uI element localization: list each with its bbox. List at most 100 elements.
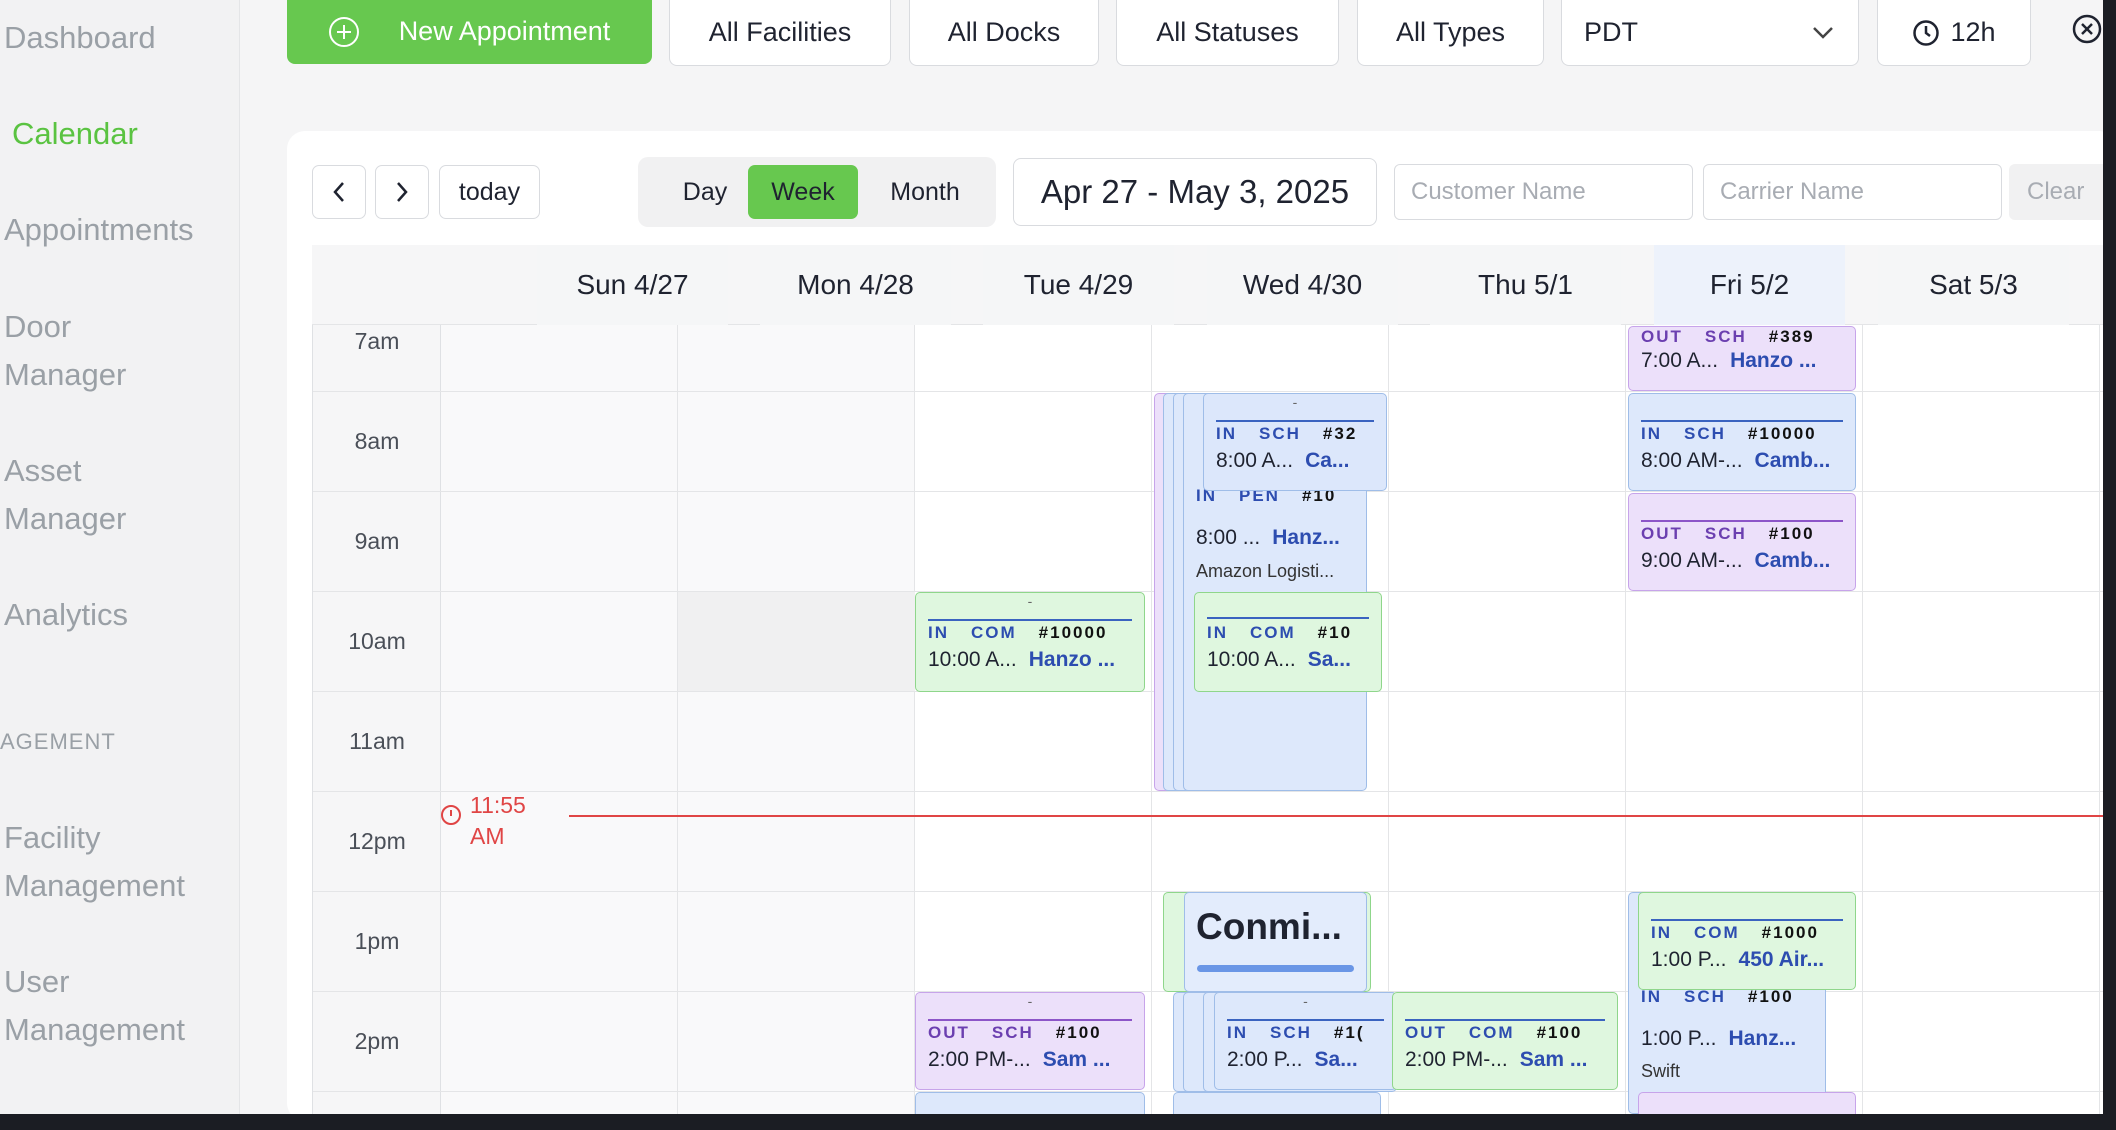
prev-week-button[interactable]: [312, 165, 366, 219]
event-type: IN: [928, 623, 949, 642]
sidebar-item-calendar[interactable]: Calendar: [12, 110, 138, 158]
event-number: #100: [1536, 1023, 1583, 1042]
customer-name-input[interactable]: [1394, 164, 1693, 220]
appointment-event-stacked[interactable]: [915, 1092, 1145, 1114]
sidebar-section-label: AGEMENT: [0, 729, 116, 754]
appointment-event[interactable]: OUT COM #100 2:00 PM-... Sam ...: [1392, 992, 1618, 1090]
appointment-event[interactable]: OUT SCH #389 7:00 A... Hanzo ...: [1628, 326, 1856, 391]
appointment-event[interactable]: - IN SCH #32 8:00 A... Ca...: [1203, 393, 1387, 491]
day-header-mon[interactable]: Mon 4/28: [760, 245, 951, 325]
appointment-event-stacked[interactable]: [1173, 1092, 1381, 1114]
hour-label: 10am: [348, 628, 406, 654]
appointment-event[interactable]: IN COM #1000 1:00 P... 450 Air...: [1638, 892, 1856, 990]
event-tags: OUT SCH #100: [928, 1023, 1102, 1043]
view-day-button[interactable]: Day: [652, 165, 758, 219]
types-filter-label: All Types: [1395, 17, 1506, 47]
timezone-select[interactable]: PDT: [1561, 0, 1859, 66]
day-header-label: Sun 4/27: [576, 269, 689, 300]
day-header-thu[interactable]: Thu 5/1: [1430, 245, 1621, 325]
day-header-sat[interactable]: Sat 5/3: [1878, 245, 2069, 325]
sidebar-item-door-manager[interactable]: Door Manager: [4, 303, 126, 399]
event-status: SCH: [1270, 1023, 1312, 1042]
day-header-label: Thu 5/1: [1478, 269, 1573, 300]
hours-toggle[interactable]: 12h: [1877, 0, 2031, 66]
window-edge: [2103, 0, 2116, 1114]
event-tags: IN COM #1000: [1651, 923, 1819, 943]
sidebar-item-label: User: [4, 964, 70, 999]
day-header-tue[interactable]: Tue 4/29: [983, 245, 1174, 325]
sidebar-item-label: Management: [4, 868, 185, 903]
day-header-fri[interactable]: Fri 5/2: [1654, 245, 1845, 325]
chevron-right-icon: [397, 182, 408, 202]
event-rule: [928, 619, 1132, 621]
appointment-event-stacked[interactable]: [1638, 1092, 1856, 1114]
event-tags: IN SCH #32: [1216, 424, 1357, 444]
statuses-filter[interactable]: All Statuses: [1116, 0, 1339, 66]
day-header-wed[interactable]: Wed 4/30: [1207, 245, 1398, 325]
day-header-label: Wed 4/30: [1242, 269, 1363, 300]
hour-line: [313, 391, 2116, 392]
hour-label: 8am: [354, 428, 400, 454]
event-customer: 450 Air...: [1738, 948, 1825, 971]
today-button[interactable]: today: [439, 165, 540, 219]
hour-label: 7am: [354, 328, 400, 354]
event-customer: Hanzo ...: [1730, 349, 1817, 372]
view-month-button[interactable]: Month: [862, 165, 988, 219]
event-customer: Sam ...: [1042, 1048, 1111, 1071]
event-number: #32: [1322, 424, 1358, 443]
sidebar-item-dashboard[interactable]: Dashboard: [4, 14, 156, 62]
day-column[interactable]: [1863, 246, 2100, 1114]
clear-label: Clear: [2027, 178, 2085, 205]
event-number: #1(: [1333, 1023, 1365, 1042]
sidebar-item-label: Management: [4, 1012, 185, 1047]
next-week-button[interactable]: [375, 165, 429, 219]
day-header-sun[interactable]: Sun 4/27: [537, 245, 728, 325]
sidebar-item-label: Door: [4, 309, 72, 344]
day-header-label: Mon 4/28: [797, 269, 914, 300]
carrier-name-input[interactable]: [1703, 164, 2002, 220]
view-switcher: Day Week Month: [638, 157, 996, 227]
appointment-event[interactable]: - OUT SCH #100 2:00 PM-... Sam ...: [915, 992, 1145, 1090]
current-time-label: 11:55 AM: [470, 790, 526, 852]
view-month-label: Month: [890, 177, 960, 206]
event-number: #100: [1055, 1023, 1102, 1042]
sidebar-item-analytics[interactable]: Analytics: [4, 591, 128, 639]
sidebar-item-label: Manager: [4, 357, 127, 392]
appointment-event[interactable]: IN COM #10 10:00 A... Sa...: [1194, 592, 1382, 692]
appointment-event[interactable]: - IN COM #10000 10:00 A... Hanzo ...: [915, 592, 1145, 692]
clear-button[interactable]: Clear: [2009, 164, 2109, 220]
docks-filter[interactable]: All Docks: [909, 0, 1099, 66]
event-type: IN: [1207, 623, 1228, 642]
event-carrier: Swift: [1641, 1061, 1681, 1081]
sidebar-item-user-management[interactable]: User Management: [4, 958, 185, 1054]
event-number: #1000: [1761, 923, 1819, 942]
event-dash: -: [1292, 394, 1298, 410]
appointment-event[interactable]: - IN SCH #1( 2:00 P... Sa...: [1214, 992, 1397, 1090]
types-filter[interactable]: All Types: [1357, 0, 1544, 66]
view-week-label: Week: [771, 177, 835, 206]
facilities-filter[interactable]: All Facilities: [669, 0, 891, 66]
day-column[interactable]: [1389, 246, 1626, 1114]
close-circle-icon[interactable]: [2071, 13, 2103, 45]
app-viewport: Dashboard Calendar Appointments Door Mana…: [0, 0, 2116, 1114]
sidebar-item-appointments[interactable]: Appointments: [4, 206, 194, 254]
appointment-event[interactable]: OUT SCH #100 9:00 AM-... Camb...: [1628, 493, 1856, 591]
event-rule: [1207, 617, 1369, 619]
date-range-display: Apr 27 - May 3, 2025: [1013, 158, 1377, 226]
past-slot-shade: [678, 591, 915, 691]
new-appointment-button[interactable]: New Appointment: [287, 0, 652, 64]
popover-title: Conmi...: [1196, 906, 1342, 947]
event-status: COM: [1250, 623, 1296, 642]
docks-filter-label: All Docks: [947, 17, 1061, 47]
event-tags: IN SCH #100: [1641, 987, 1794, 1007]
sidebar-item-asset-manager[interactable]: Asset Manager: [4, 447, 126, 543]
appointment-event[interactable]: IN SCH #10000 8:00 AM-... Camb...: [1628, 393, 1856, 491]
event-number: #389: [1768, 327, 1815, 346]
day-column[interactable]: [441, 246, 678, 1114]
event-status: SCH: [1259, 424, 1301, 443]
event-rule: [1405, 1019, 1605, 1021]
event-number: #10: [1317, 623, 1353, 642]
sidebar-item-facility-management[interactable]: Facility Management: [4, 814, 185, 910]
view-week-button[interactable]: Week: [748, 165, 858, 219]
view-day-label: Day: [682, 177, 728, 206]
